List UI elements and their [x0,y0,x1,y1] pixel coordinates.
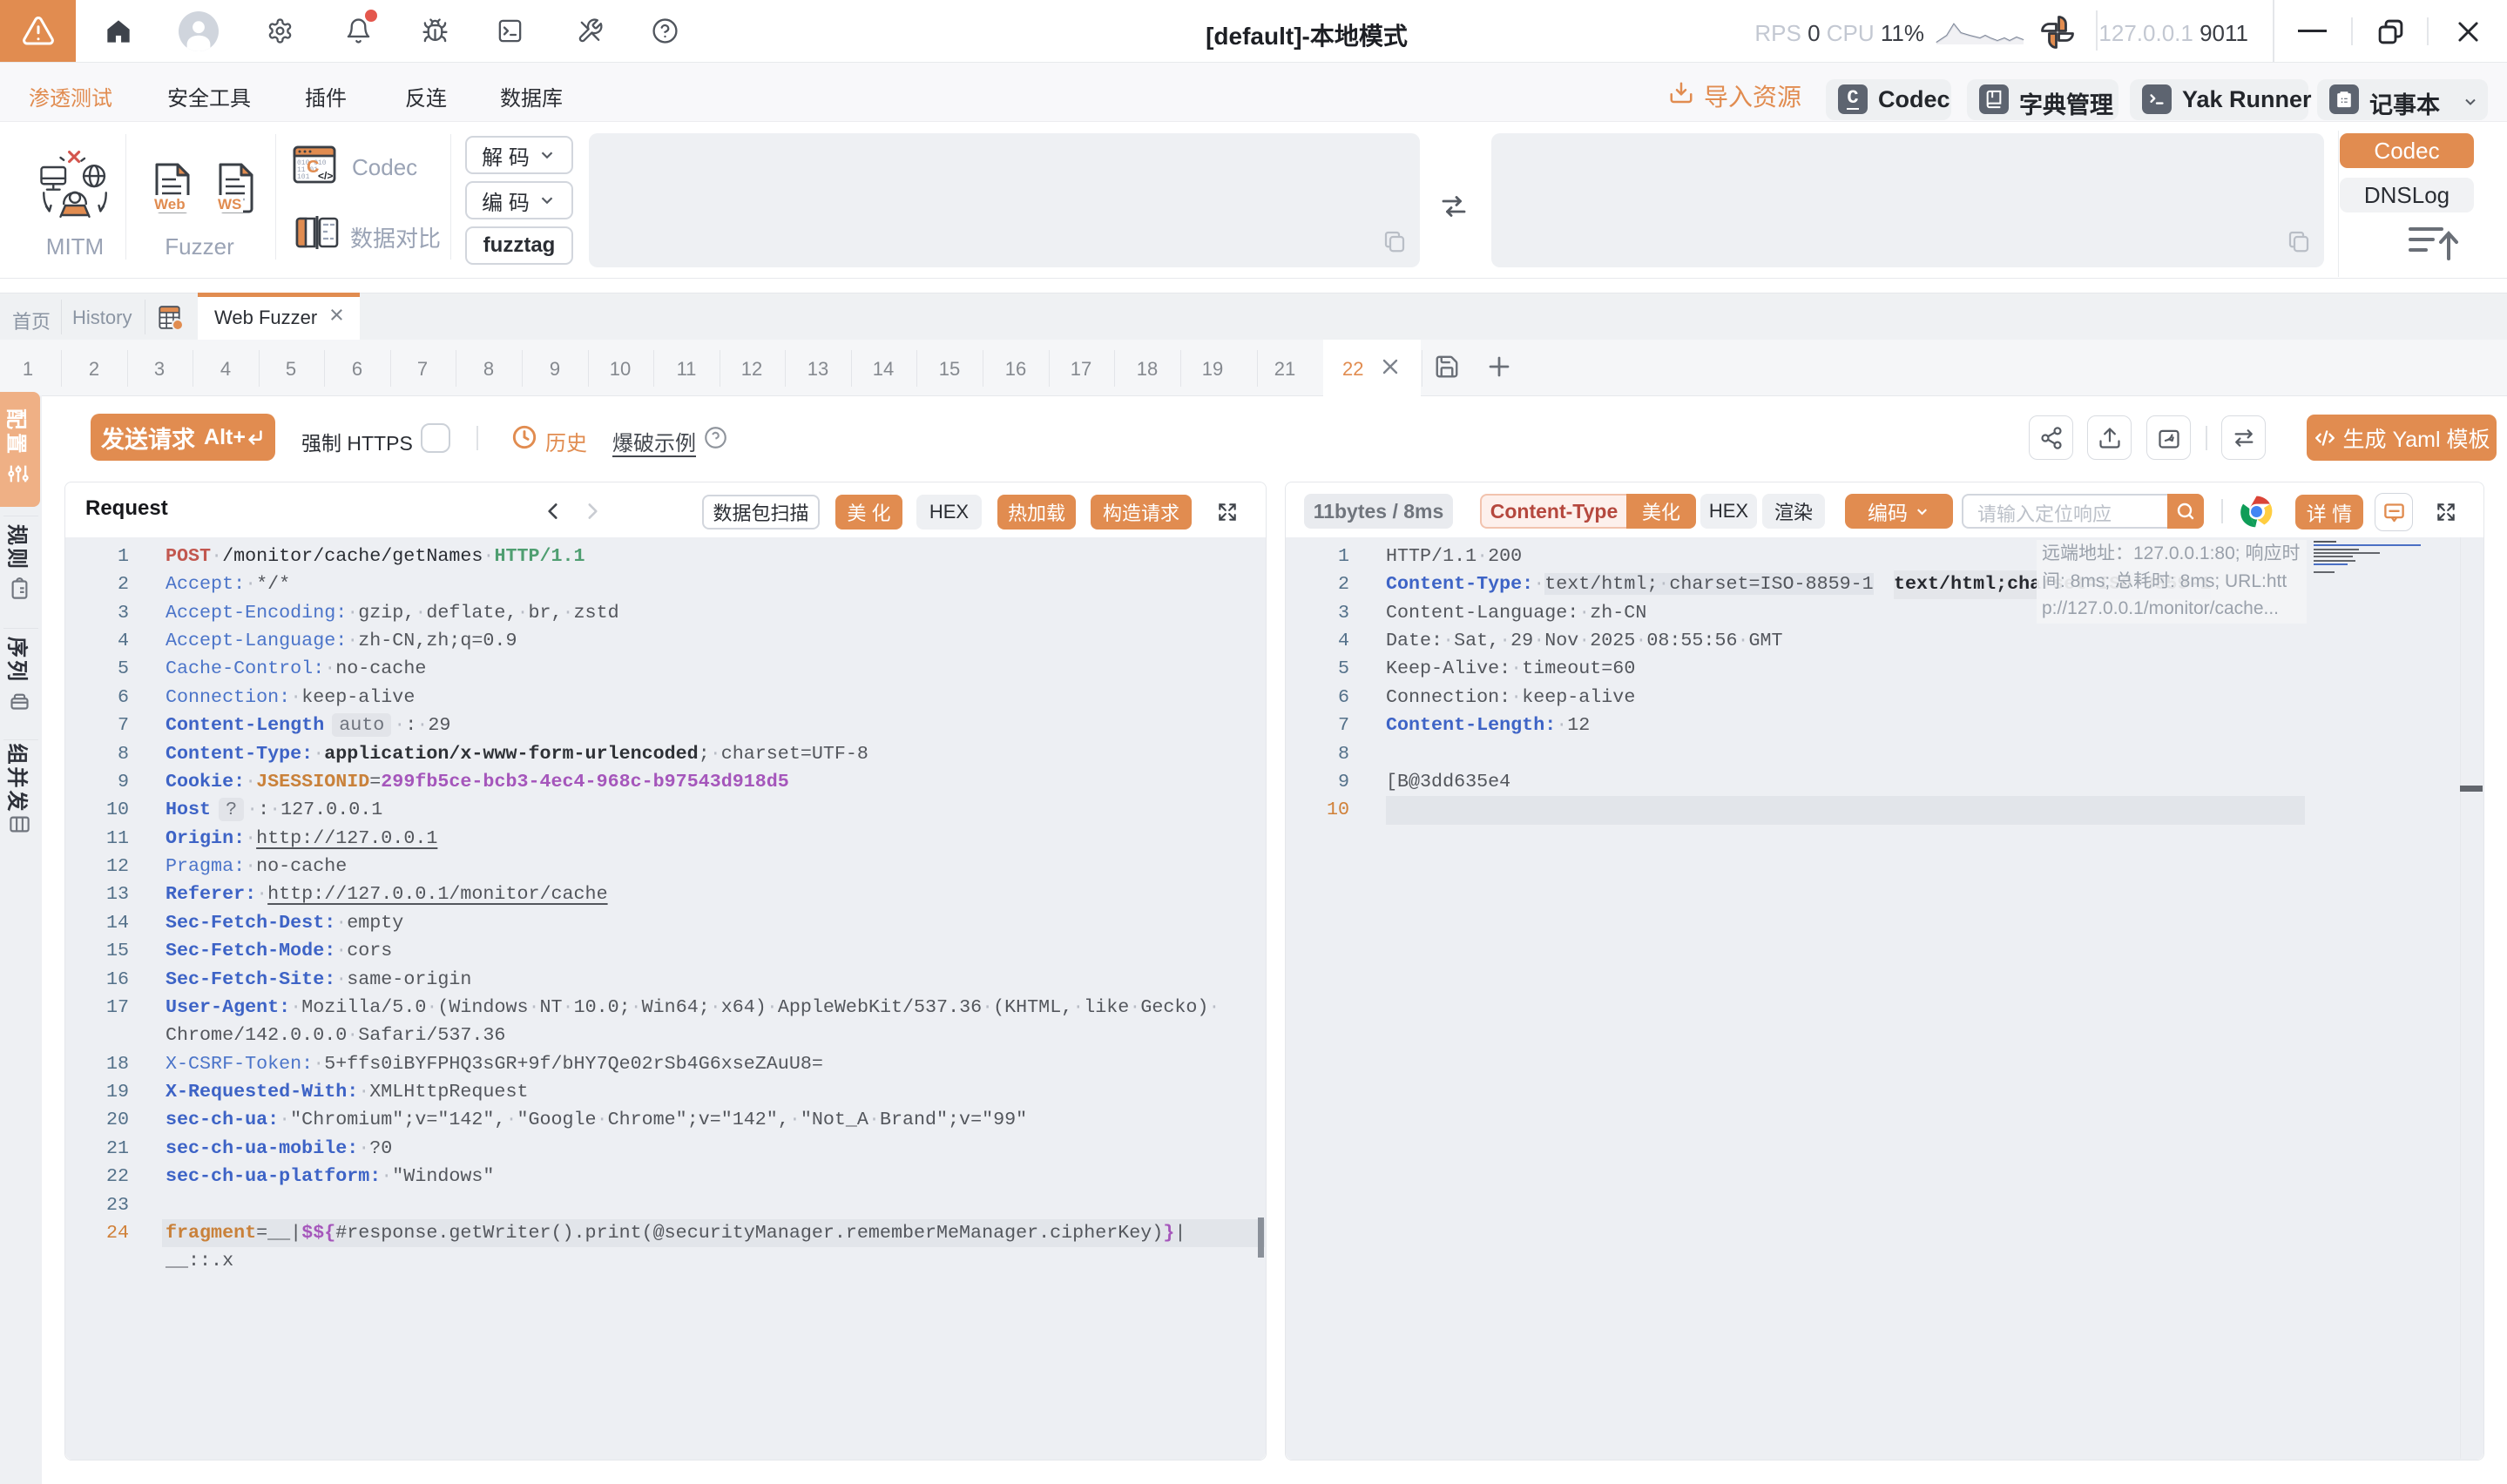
svg-text:WS: WS [218,196,241,212]
svg-text:</>: </> [318,170,333,182]
svg-text:Web: Web [154,196,186,212]
